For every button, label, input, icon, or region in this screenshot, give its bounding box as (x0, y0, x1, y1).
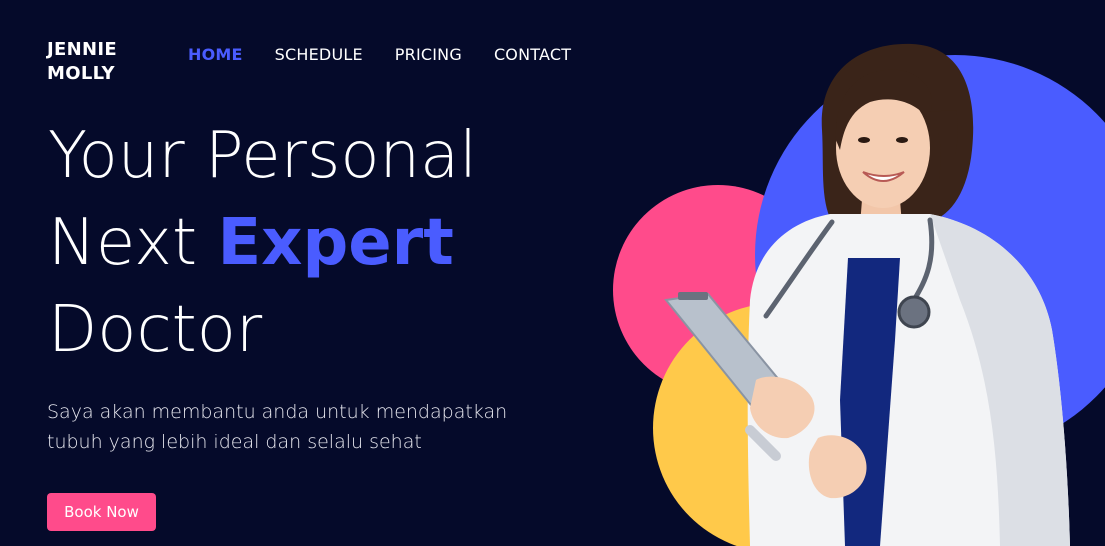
nav-item-home[interactable]: HOME (188, 44, 243, 66)
brand-logo[interactable]: JENNIE MOLLY (47, 38, 117, 86)
hero-title: Your Personal Next Expert Doctor (48, 113, 477, 374)
book-now-button[interactable]: Book Now (47, 493, 156, 531)
main-nav: HOME SCHEDULE PRICING CONTACT (188, 44, 571, 66)
nav-item-schedule[interactable]: SCHEDULE (275, 44, 363, 66)
hero-subtitle: Saya akan membantu anda untuk mendapatka… (47, 401, 508, 453)
nav-item-pricing[interactable]: PRICING (395, 44, 462, 66)
hero-title-line-3: Doctor (48, 293, 263, 367)
hero-illustration (613, 43, 1105, 546)
nav-item-contact[interactable]: CONTACT (494, 44, 571, 66)
hero-title-line-1: Your Personal (48, 119, 478, 193)
hero-title-line-2-prefix: Next (48, 206, 218, 280)
hero-title-accent: Expert (217, 206, 454, 280)
